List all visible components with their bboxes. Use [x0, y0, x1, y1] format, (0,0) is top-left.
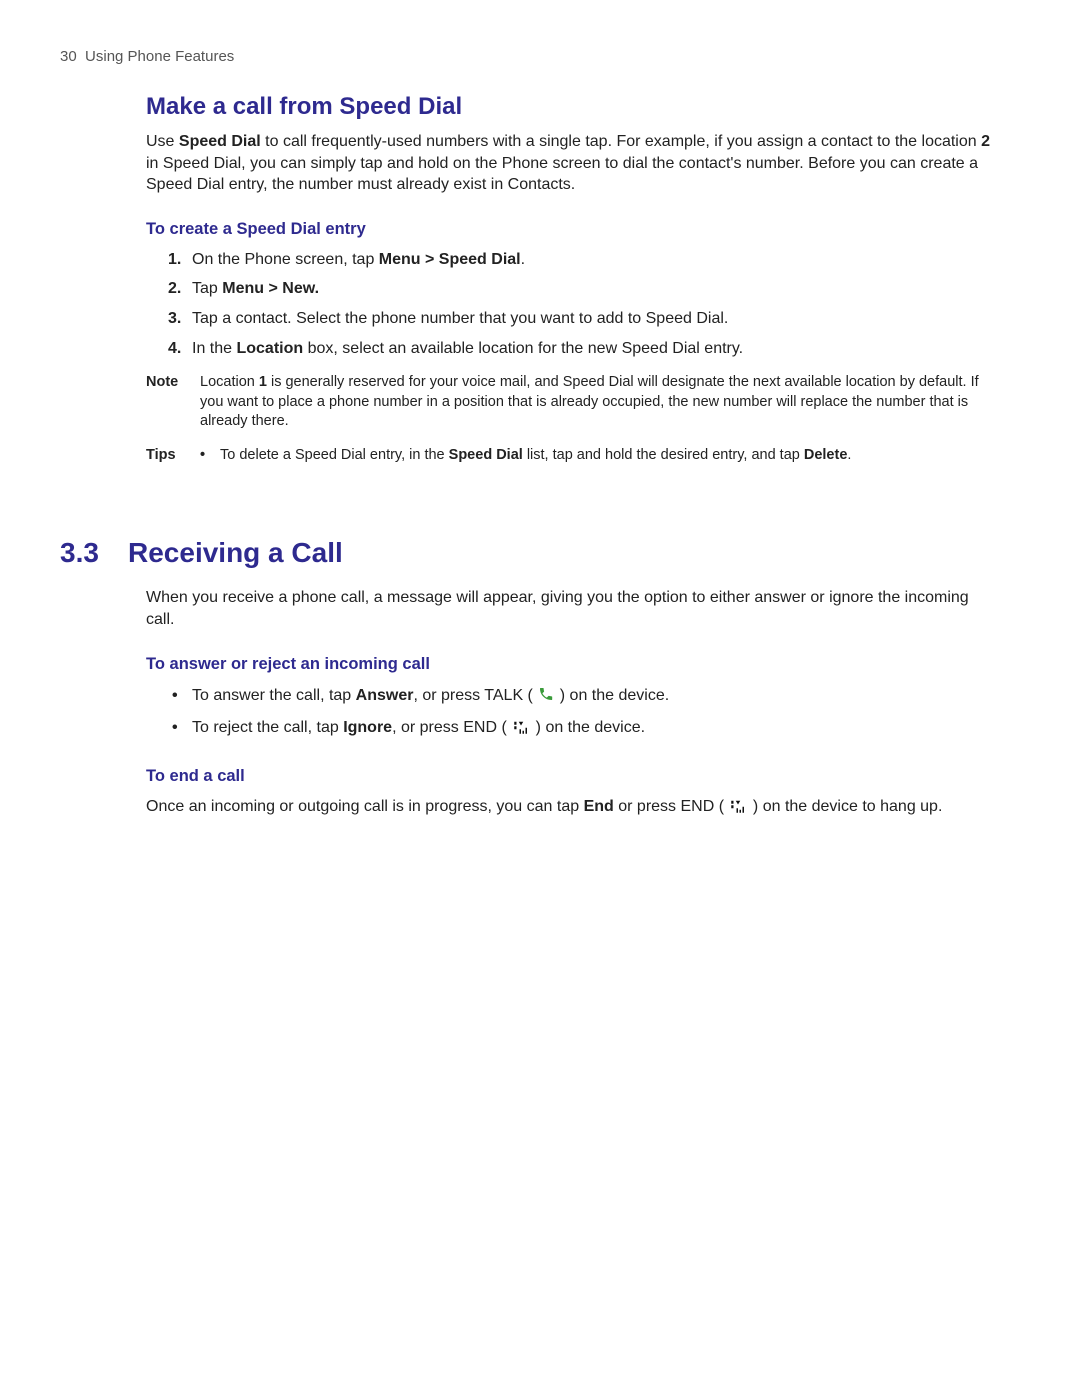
- phone-end-icon: [512, 719, 530, 743]
- step-item: 3. Tap a contact. Select the phone numbe…: [168, 308, 990, 330]
- phone-talk-icon: [538, 686, 554, 710]
- step-item: 1. On the Phone screen, tap Menu > Speed…: [168, 249, 990, 271]
- tips-block: Tips • To delete a Speed Dial entry, in …: [146, 446, 990, 466]
- end-call-text: Once an incoming or outgoing call is in …: [146, 796, 990, 821]
- step-item: 4. In the Location box, select an availa…: [168, 338, 990, 360]
- receiving-content: When you receive a phone call, a message…: [146, 587, 990, 820]
- receiving-intro: When you receive a phone call, a message…: [146, 587, 990, 630]
- page-number: 30: [60, 48, 77, 65]
- note-block: Note Location 1 is generally reserved fo…: [146, 373, 990, 432]
- bullet-icon: •: [200, 446, 206, 466]
- speed-dial-intro: Use Speed Dial to call frequently-used n…: [146, 131, 990, 196]
- section-number: 3.3: [60, 537, 108, 569]
- running-header: 30 Using Phone Features: [60, 48, 1000, 65]
- chapter-title: Using Phone Features: [85, 48, 234, 65]
- phone-end-icon: [729, 798, 747, 821]
- note-label: Note: [146, 373, 186, 432]
- section-heading-speed-dial: Make a call from Speed Dial: [146, 93, 990, 121]
- subheading-create-speed-dial: To create a Speed Dial entry: [146, 220, 990, 239]
- manual-page: 30 Using Phone Features Make a call from…: [0, 0, 1080, 874]
- main-content: Make a call from Speed Dial Use Speed Di…: [146, 93, 990, 465]
- tips-text: To delete a Speed Dial entry, in the Spe…: [220, 446, 851, 466]
- subheading-end-call: To end a call: [146, 767, 990, 786]
- section-title: Receiving a Call: [128, 537, 343, 569]
- list-item: To reject the call, tap Ignore, or press…: [168, 716, 990, 743]
- section-heading-row: 3.3 Receiving a Call: [60, 537, 1000, 569]
- subheading-answer-reject: To answer or reject an incoming call: [146, 655, 990, 674]
- list-item: To answer the call, tap Answer, or press…: [168, 684, 990, 710]
- steps-list: 1. On the Phone screen, tap Menu > Speed…: [168, 249, 990, 359]
- step-item: 2. Tap Menu > New.: [168, 278, 990, 300]
- note-text: Location 1 is generally reserved for you…: [200, 373, 990, 432]
- tips-label: Tips: [146, 446, 186, 466]
- answer-bullets: To answer the call, tap Answer, or press…: [168, 684, 990, 743]
